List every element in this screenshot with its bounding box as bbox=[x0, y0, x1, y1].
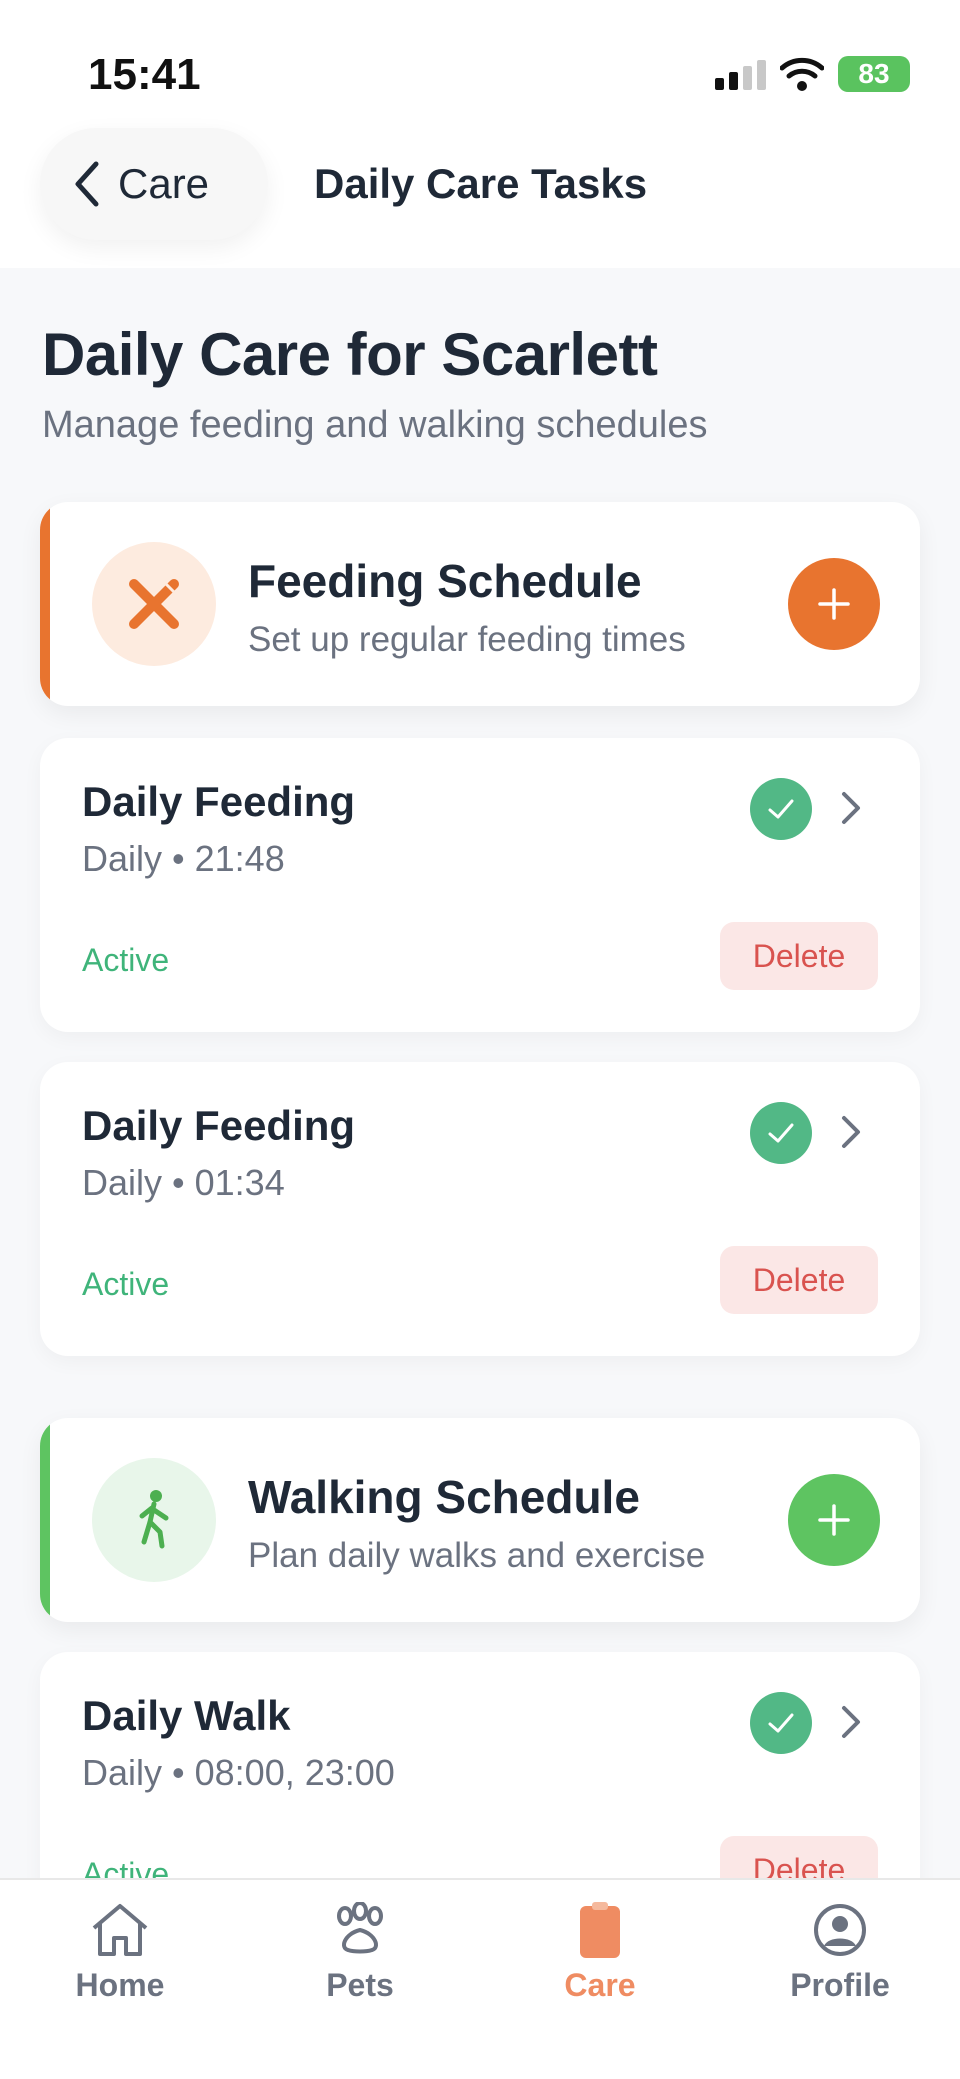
clipboard-icon bbox=[580, 1902, 620, 1958]
check-icon bbox=[750, 1692, 812, 1754]
tab-pets[interactable]: Pets bbox=[270, 1901, 450, 2004]
feeding-schedule-card: Feeding Schedule Set up regular feeding … bbox=[40, 502, 920, 706]
section-title: Feeding Schedule bbox=[248, 555, 642, 607]
section-title: Walking Schedule bbox=[248, 1471, 640, 1523]
status-label: Active bbox=[82, 1266, 170, 1302]
page-title: Daily Care for Scarlett bbox=[42, 321, 658, 388]
status-bar: 15:41 83 bbox=[0, 0, 960, 120]
feeding-task-card[interactable]: Daily Feeding Daily • 21:48 Active Delet… bbox=[40, 738, 920, 1032]
task-meta: Daily • 08:00, 23:00 bbox=[82, 1752, 395, 1793]
section-description: Plan daily walks and exercise bbox=[248, 1536, 706, 1575]
back-label: Care bbox=[118, 160, 210, 207]
feeding-task-card[interactable]: Daily Feeding Daily • 01:34 Active Delet… bbox=[40, 1062, 920, 1356]
status-label: Active bbox=[82, 942, 170, 978]
tab-label: Pets bbox=[326, 1967, 394, 2003]
tab-home[interactable]: Home bbox=[30, 1902, 210, 2004]
fork-knife-icon bbox=[92, 542, 216, 666]
nav-title: Daily Care Tasks bbox=[314, 160, 648, 207]
task-title: Daily Walk bbox=[82, 1692, 291, 1739]
chevron-right-icon[interactable] bbox=[840, 790, 862, 826]
chevron-right-icon[interactable] bbox=[840, 1114, 862, 1150]
accent-bar bbox=[40, 502, 50, 706]
task-meta: Daily • 21:48 bbox=[82, 838, 285, 879]
home-icon bbox=[92, 1904, 148, 1956]
walking-person-icon bbox=[92, 1458, 216, 1582]
plus-icon bbox=[818, 1504, 850, 1536]
task-title: Daily Feeding bbox=[82, 778, 356, 825]
tab-care[interactable]: Care bbox=[510, 1902, 690, 2004]
section-description: Set up regular feeding times bbox=[248, 620, 686, 659]
check-icon bbox=[750, 778, 812, 840]
profile-icon bbox=[814, 1904, 866, 1956]
delete-button[interactable]: Delete bbox=[720, 1246, 878, 1314]
check-icon bbox=[750, 1102, 812, 1164]
delete-button[interactable]: Delete bbox=[720, 922, 878, 990]
add-feeding-button[interactable] bbox=[788, 558, 880, 650]
tab-bar: Home Pets Care Profile bbox=[0, 1878, 960, 2079]
page-subtitle: Manage feeding and walking schedules bbox=[42, 404, 708, 446]
nav-header: Care Daily Care Tasks bbox=[0, 120, 960, 268]
plus-icon bbox=[818, 588, 850, 620]
tab-label: Care bbox=[564, 1967, 636, 2003]
walking-schedule-card: Walking Schedule Plan daily walks and ex… bbox=[40, 1418, 920, 1622]
tab-label: Profile bbox=[790, 1967, 890, 2003]
wifi-icon bbox=[780, 57, 824, 91]
status-icons: 83 bbox=[715, 56, 910, 92]
task-meta: Daily • 01:34 bbox=[82, 1162, 285, 1203]
tab-profile[interactable]: Profile bbox=[750, 1902, 930, 2004]
chevron-right-icon[interactable] bbox=[840, 1704, 862, 1740]
paw-icon bbox=[337, 1901, 383, 1954]
accent-bar bbox=[40, 1418, 50, 1622]
back-button[interactable]: Care bbox=[40, 128, 268, 240]
tab-label: Home bbox=[75, 1967, 165, 2003]
task-title: Daily Feeding bbox=[82, 1102, 356, 1149]
signal-icon bbox=[715, 58, 766, 90]
chevron-left-icon bbox=[75, 161, 99, 207]
battery-icon: 83 bbox=[838, 56, 910, 92]
add-walking-button[interactable] bbox=[788, 1474, 880, 1566]
status-time: 15:41 bbox=[88, 50, 201, 99]
